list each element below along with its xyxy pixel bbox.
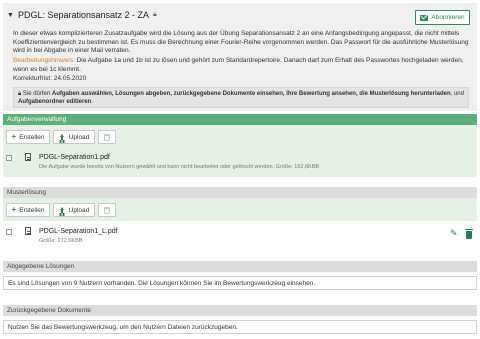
file-meta: Größe: 272,6KBB — [39, 238, 83, 244]
task-panel: ▼ PDGL: Separationsansatz 2 - ZA 🔒︎ Abon… — [3, 3, 477, 111]
section-zurueckgegebene: Zurückgegebene Dokumente — [3, 305, 477, 316]
musterloesung-file-zone: PDGL-Separation1_L.pdf Größe: 272,6KBB ✎ — [3, 221, 477, 251]
file-meta: Die Aufgabe wurde bereits von Nutzern ge… — [39, 164, 320, 170]
delete-button[interactable] — [98, 130, 116, 144]
task-title-row[interactable]: ▼ PDGL: Separationsansatz 2 - ZA 🔒︎ — [7, 10, 157, 20]
hint-text: Die Aufgabe 1a und 1b ist zu lösen und g… — [13, 57, 464, 73]
task-hint: Bearbeitungshinweis: Die Aufgabe 1a und … — [13, 57, 471, 74]
pencil-icon[interactable]: ✎ — [450, 228, 458, 239]
rights-mid: , und — [450, 91, 464, 97]
create-label: Erstellen — [19, 206, 45, 214]
trash-icon[interactable] — [465, 229, 473, 239]
file-name[interactable]: PDGL-Separation1_L.pdf — [39, 228, 118, 235]
pdf-file-icon — [25, 153, 31, 161]
rights-end: . — [91, 99, 94, 105]
section-musterloesung: Musterlösung — [3, 187, 477, 198]
subscribe-label: Abonnieren — [431, 14, 465, 21]
section-abgegebene: Abgegebene Lösungen — [3, 261, 477, 272]
zurueckgegebene-text: Nutzen Sie das Bewertungswerkzeug, um de… — [8, 323, 238, 331]
upload-label: Upload — [68, 133, 90, 141]
section-title: Musterlösung — [7, 189, 47, 196]
rights-edit: Aufgabenordner editieren — [18, 99, 92, 105]
abgegebene-text: Es sind Lösungen von 9 Nutzern vorhanden… — [8, 279, 316, 287]
create-label: Erstellen — [19, 133, 45, 141]
plus-icon: + — [11, 205, 17, 214]
create-button[interactable]: + Erstellen — [6, 130, 50, 144]
upload-icon — [59, 206, 66, 214]
lock-icon: 🔒︎ — [153, 11, 157, 18]
envelope-icon — [420, 14, 429, 21]
deadline: Korrekturfrist: 24.05.2020 — [13, 75, 87, 82]
trash-icon — [104, 206, 110, 214]
caret-down-icon[interactable]: ▼ — [7, 12, 14, 19]
rights-list: Aufgaben auswählen, Lösungen abgeben, zu… — [51, 91, 451, 97]
section-aufgabenverwaltung: Aufgabenverwaltung — [3, 114, 477, 125]
aufgabenverwaltung-zone: + Erstellen Upload PDGL-Separation1.pdf … — [3, 125, 477, 177]
task-description: In dieser etwas komplizierteren Zusatzau… — [13, 30, 469, 55]
section-title: Zurückgegebene Dokumente — [7, 307, 91, 314]
musterloesung-toolbar: + Erstellen Upload — [3, 198, 477, 221]
file-name[interactable]: PDGL-Separation1.pdf — [39, 154, 110, 161]
trash-icon — [104, 133, 110, 141]
delete-button[interactable] — [98, 203, 116, 217]
upload-button[interactable]: Upload — [53, 203, 95, 217]
subscribe-button[interactable]: Abonnieren — [415, 10, 470, 25]
pdf-file-icon — [25, 227, 31, 235]
rights-prefix: Sie dürfen — [22, 91, 52, 97]
file-checkbox[interactable] — [6, 229, 12, 235]
create-button[interactable]: + Erstellen — [6, 203, 50, 217]
upload-button[interactable]: Upload — [53, 130, 95, 144]
abgegebene-info: Es sind Lösungen von 9 Nutzern vorhanden… — [3, 276, 477, 290]
zurueckgegebene-info: Nutzen Sie das Bewertungswerkzeug, um de… — [3, 320, 477, 334]
section-title: Aufgabenverwaltung — [7, 116, 67, 123]
plus-icon: + — [11, 132, 17, 141]
hint-label: Bearbeitungshinweis: — [13, 57, 75, 64]
rights-notice: 🔒︎ Sie dürfen Aufgaben auswählen, Lösung… — [13, 87, 469, 108]
section-title: Abgegebene Lösungen — [7, 263, 75, 270]
upload-label: Upload — [68, 206, 90, 214]
task-title: PDGL: Separationsansatz 2 - ZA — [17, 10, 149, 20]
upload-icon — [59, 133, 66, 141]
file-checkbox[interactable] — [6, 155, 12, 161]
